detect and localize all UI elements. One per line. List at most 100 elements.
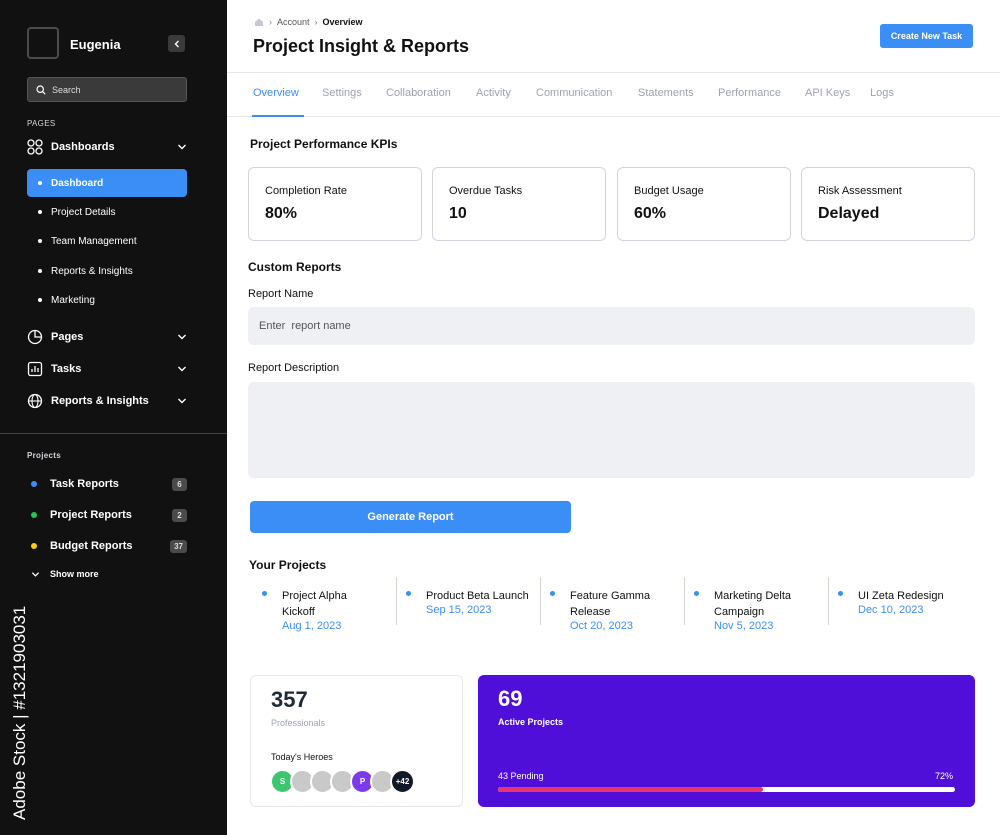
report-description-label: Report Description	[248, 362, 340, 374]
progress-bar-fill	[498, 787, 764, 792]
chevron-down-icon	[178, 144, 186, 150]
sidebar-item-label: Project Details	[51, 206, 116, 218]
professionals-label: Professionals	[271, 718, 326, 728]
nav-group-pages[interactable]: Pages	[27, 327, 187, 347]
tab-logs[interactable]: Logs	[870, 87, 894, 99]
search-input[interactable]	[52, 84, 172, 95]
status-dot-icon	[31, 543, 37, 549]
breadcrumb-separator-icon: ›	[269, 17, 272, 27]
tab-statements[interactable]: Statements	[638, 87, 694, 99]
grid-icon	[27, 139, 43, 155]
heroes-label: Today's Heroes	[271, 752, 333, 762]
sidebar-item-label: Marketing	[51, 294, 95, 306]
sidebar-item-dashboard[interactable]: Dashboard	[27, 169, 187, 197]
breadcrumb-separator-icon: ›	[314, 17, 318, 27]
professionals-card: 357 Professionals Today's Heroes S P +42	[250, 675, 463, 807]
kpi-value: 80%	[265, 205, 298, 222]
project-date: Sep 15, 2023	[426, 604, 492, 616]
custom-reports-title: Custom Reports	[248, 260, 342, 274]
nav-group-label: Reports & Insights	[51, 395, 149, 407]
nav-group-reports-insights[interactable]: Reports & Insights	[27, 391, 187, 411]
kpi-card-completion-rate: Completion Rate 80%	[248, 167, 422, 241]
sidebar: Eugenia PAGES Dashboards Dashboard Proje…	[0, 0, 227, 835]
count-badge: 2	[172, 508, 187, 522]
nav-group-dashboards[interactable]: Dashboards	[27, 137, 187, 157]
active-projects-count: 69	[498, 686, 523, 711]
breadcrumb-account[interactable]: Account	[277, 17, 310, 27]
tab-bar: Overview Settings Collaboration Activity…	[227, 73, 1000, 117]
projects-section-label: Projects	[27, 451, 61, 460]
bullet-icon	[38, 181, 42, 185]
search-icon	[36, 84, 46, 95]
timeline-divider	[828, 577, 829, 625]
project-timeline-item[interactable]: UI Zeta Redesign Dec 10, 2023	[828, 577, 979, 627]
kpi-value: 10	[449, 205, 467, 222]
sidebar-item-team-management[interactable]: Team Management	[27, 227, 187, 255]
sidebar-project-task-reports[interactable]: Task Reports 6	[27, 476, 187, 492]
kpi-value: Delayed	[818, 205, 880, 222]
tab-activity[interactable]: Activity	[476, 87, 511, 99]
bullet-icon	[38, 210, 42, 214]
count-badge: 37	[170, 539, 187, 553]
progress-percent-label: 72%	[935, 771, 954, 781]
kpi-card-budget-usage: Budget Usage 60%	[617, 167, 791, 241]
nav-group-label: Dashboards	[51, 141, 115, 153]
project-date: Nov 5, 2023	[714, 620, 774, 632]
active-projects-card: 69 Active Projects 43 Pending 72%	[478, 675, 975, 807]
bullet-icon	[38, 298, 42, 302]
timeline-divider	[684, 577, 685, 625]
chevron-down-icon	[31, 571, 40, 577]
kpi-card-risk-assessment: Risk Assessment Delayed	[801, 167, 975, 241]
project-name: Marketing Delta Campaign	[714, 590, 792, 618]
bullet-icon	[38, 239, 42, 243]
kpi-section-title: Project Performance KPIs	[250, 137, 398, 151]
project-name: UI Zeta Redesign	[858, 590, 944, 602]
collapse-sidebar-button[interactable]	[168, 35, 185, 52]
sidebar-item-reports-insights[interactable]: Reports & Insights	[27, 257, 187, 285]
tab-performance[interactable]: Performance	[718, 87, 781, 99]
project-date: Aug 1, 2023	[282, 620, 342, 632]
count-badge: 6	[172, 477, 187, 491]
avatar-group: S P +42	[270, 769, 415, 794]
show-more-button[interactable]: Show more	[31, 569, 99, 579]
nav-group-tasks[interactable]: Tasks	[27, 359, 187, 379]
tab-api-keys[interactable]: API Keys	[805, 87, 850, 99]
pages-section-label: PAGES	[27, 119, 56, 128]
tab-communication[interactable]: Communication	[536, 87, 612, 99]
generate-report-button[interactable]: Generate Report	[250, 501, 571, 533]
project-timeline-item[interactable]: Project Alpha Kickoff Aug 1, 2023	[253, 577, 393, 632]
project-timeline-item[interactable]: Feature Gamma Release Oct 20, 2023	[540, 577, 681, 632]
your-projects-title: Your Projects	[249, 558, 327, 572]
breadcrumb: › Account › Overview	[254, 17, 363, 27]
tab-collaboration[interactable]: Collaboration	[386, 87, 451, 99]
globe-icon	[27, 393, 43, 409]
tab-settings[interactable]: Settings	[322, 87, 362, 99]
sidebar-project-project-reports[interactable]: Project Reports 2	[27, 507, 187, 523]
tab-overview[interactable]: Overview	[253, 87, 299, 99]
timeline-dot-icon	[406, 591, 411, 596]
sidebar-item-marketing[interactable]: Marketing	[27, 286, 187, 314]
bar-chart-icon	[27, 361, 43, 377]
report-description-textarea[interactable]	[248, 382, 975, 478]
home-icon[interactable]	[254, 17, 264, 27]
project-label: Project Reports	[50, 509, 132, 521]
search-box[interactable]	[27, 77, 187, 102]
sidebar-item-label: Dashboard	[51, 177, 104, 189]
sidebar-project-budget-reports[interactable]: Budget Reports 37	[27, 538, 187, 554]
page-header: › Account › Overview Project Insight & R…	[227, 0, 1000, 73]
timeline-dot-icon	[838, 591, 843, 596]
project-timeline-item[interactable]: Product Beta Launch Sep 15, 2023	[396, 577, 537, 627]
more-avatars-badge[interactable]: +42	[390, 769, 415, 794]
report-name-input[interactable]	[248, 307, 975, 345]
sidebar-item-label: Reports & Insights	[51, 265, 133, 277]
project-name: Project Alpha Kickoff	[282, 590, 347, 618]
timeline-dot-icon	[694, 591, 699, 596]
project-timeline-item[interactable]: Marketing Delta Campaign Nov 5, 2023	[684, 577, 825, 632]
kpi-value: 60%	[634, 205, 667, 222]
create-new-task-button[interactable]: Create New Task	[880, 24, 973, 48]
sidebar-item-project-details[interactable]: Project Details	[27, 198, 187, 226]
kpi-label: Risk Assessment	[818, 185, 902, 197]
timeline-divider	[540, 577, 541, 625]
bullet-icon	[38, 269, 42, 273]
kpi-label: Completion Rate	[265, 185, 347, 197]
